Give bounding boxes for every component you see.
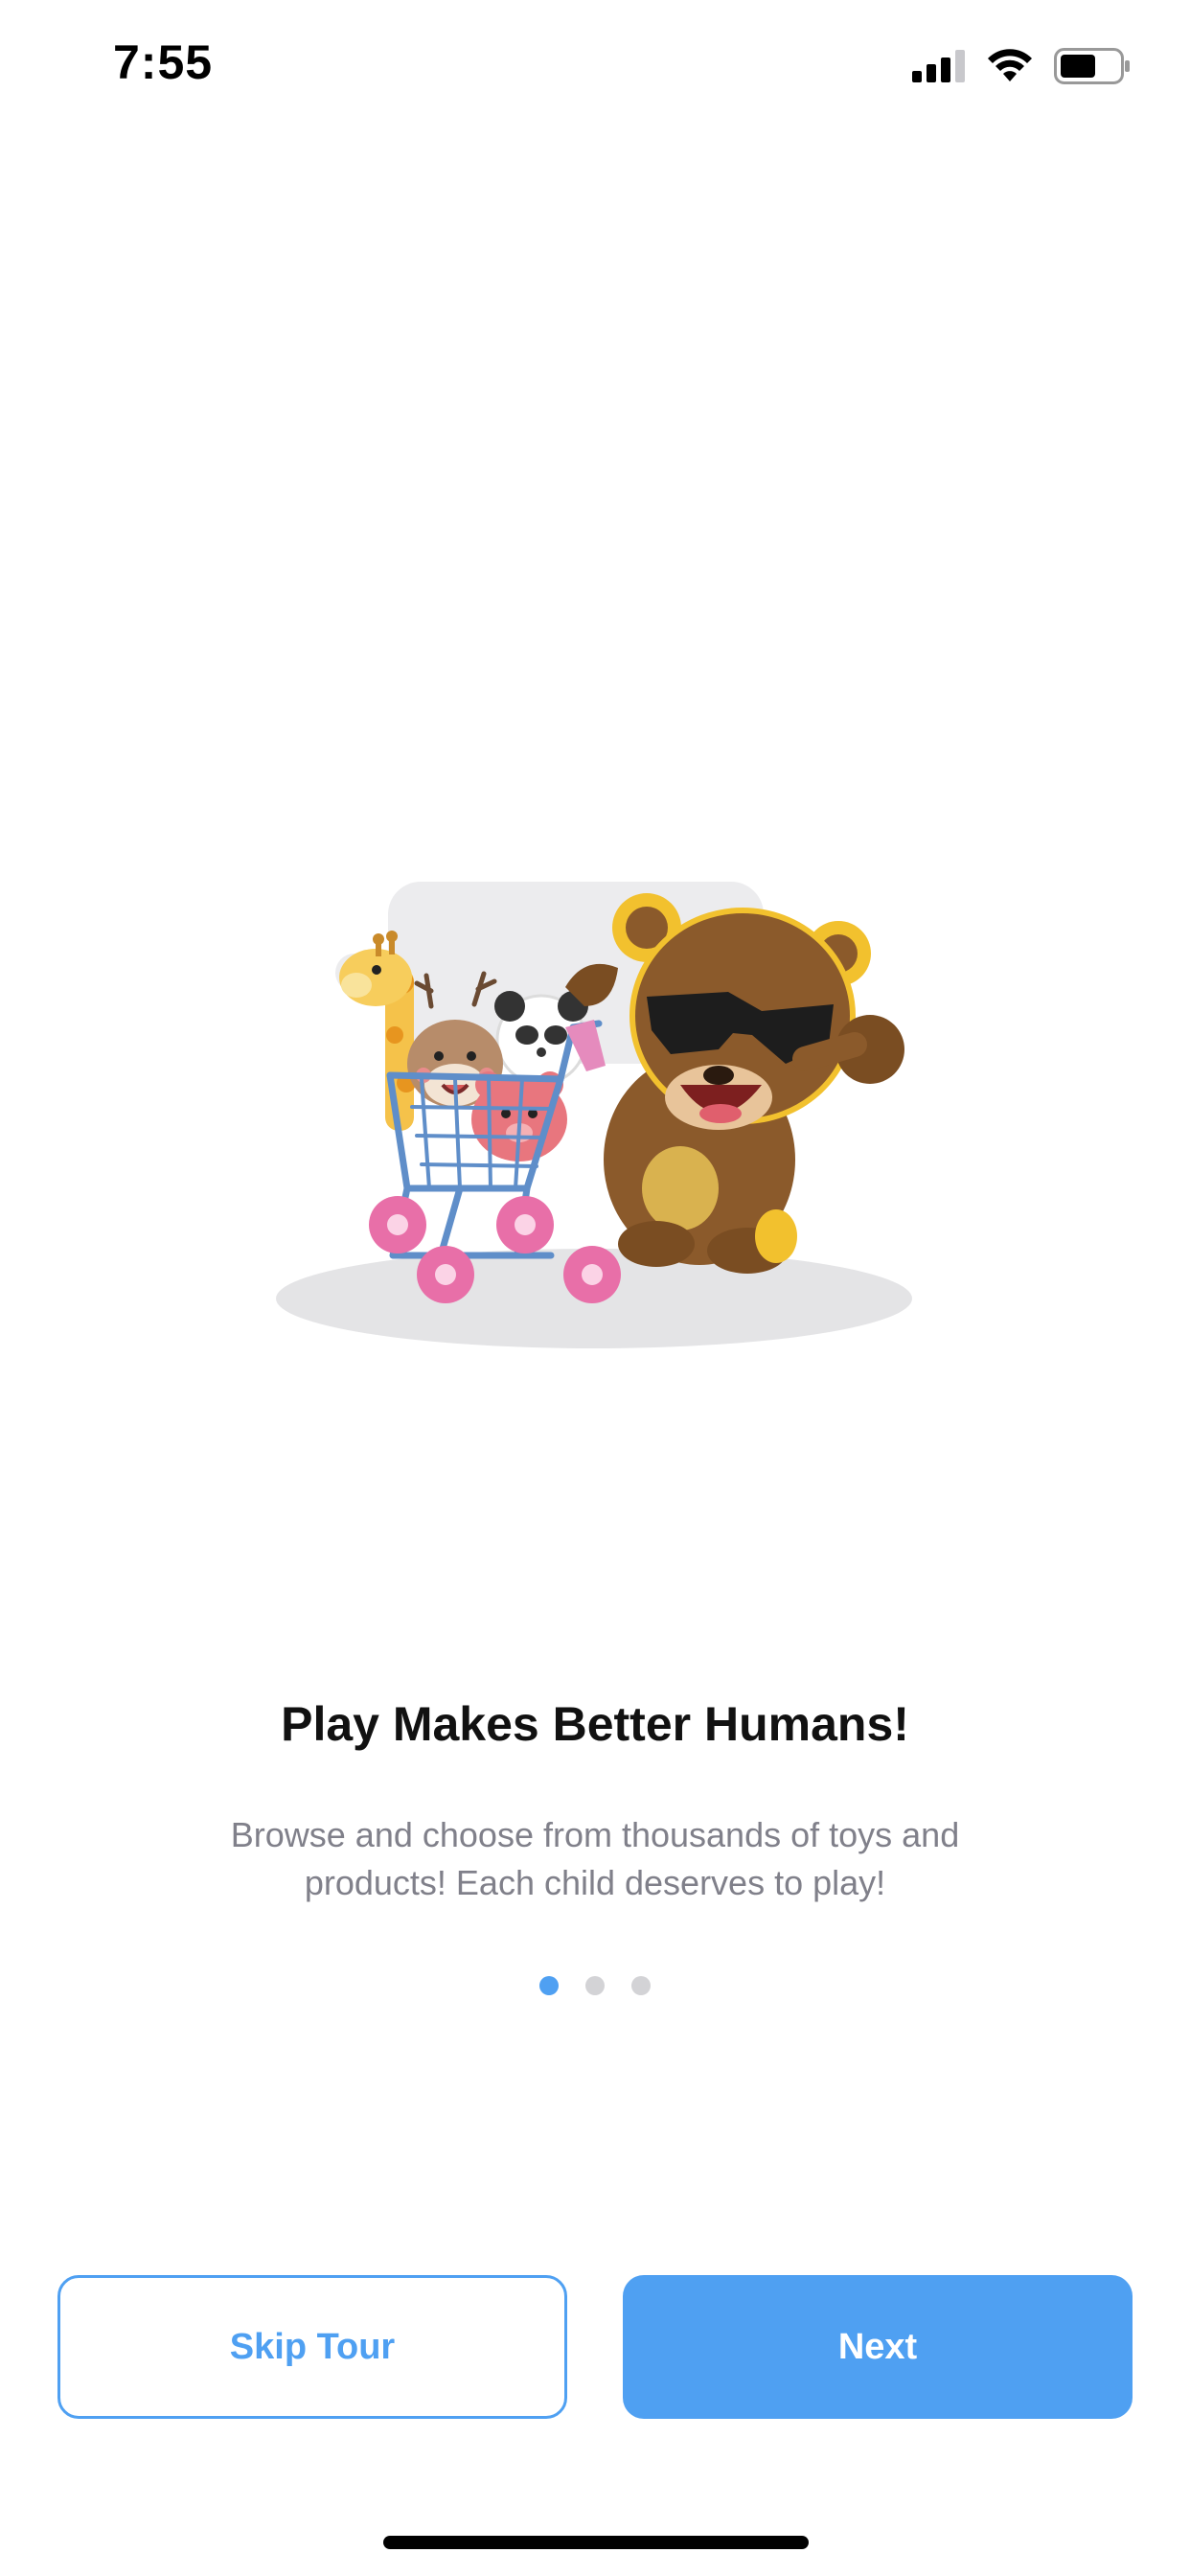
onboarding-title: Play Makes Better Humans!: [281, 1697, 909, 1751]
giraffe-toy: [339, 931, 416, 1131]
battery-icon: [1054, 48, 1130, 84]
status-icons: [912, 46, 1131, 86]
onboarding-subtitle: Browse and choose from thousands of toys…: [230, 1815, 960, 1902]
cellular-signal-icon: [912, 50, 965, 82]
page-dot-2[interactable]: [585, 1976, 605, 1995]
home-indicator[interactable]: [383, 2536, 809, 2549]
page-dot-1[interactable]: [539, 1976, 559, 1995]
status-time: 7:55: [113, 35, 214, 89]
next-button[interactable]: Next: [623, 2275, 1133, 2419]
skip-tour-button[interactable]: Skip Tour: [57, 2275, 567, 2419]
status-bar: 7:55: [0, 0, 1190, 134]
onboarding-screen: 7:55 Play Makes Better Humans! Browse an…: [0, 0, 1190, 2576]
page-indicator: [0, 1976, 1190, 1995]
bear-shopping-illustration: [276, 882, 912, 1348]
wifi-icon: [988, 49, 1032, 81]
page-dot-3[interactable]: [631, 1976, 651, 1995]
